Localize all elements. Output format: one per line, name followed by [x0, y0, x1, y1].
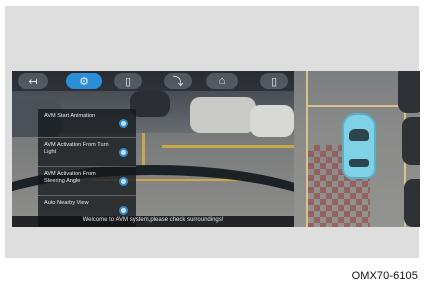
parked-car: [250, 105, 294, 137]
front-view-button[interactable]: ⌂: [206, 73, 238, 89]
camera-view: ↤ ⚙ ▯ ⤵ ⌂ ▯ AVM Start Animation AVM Acti…: [12, 71, 294, 227]
car-view-button[interactable]: ▯: [114, 73, 142, 89]
turn-icon: ⤵: [172, 76, 184, 88]
top-toolbar: ↤ ⚙ ▯ ⤵ ⌂ ▯: [12, 71, 294, 91]
parking-line: [162, 145, 294, 148]
birds-eye-view: [294, 71, 420, 227]
status-message: Welcome to AVM system,please check surro…: [82, 217, 224, 223]
rear-view-button[interactable]: ▯: [260, 73, 288, 89]
status-bar: Welcome to AVM system,please check surro…: [12, 216, 294, 227]
menu-item-label: AVM Activation From Turn Light: [44, 142, 109, 155]
back-icon: ↤: [28, 75, 38, 88]
toggle-turn-light[interactable]: [119, 148, 128, 157]
back-button[interactable]: ↤: [18, 73, 48, 89]
gear-icon: ⚙: [79, 75, 89, 88]
parked-car: [404, 179, 420, 227]
toggle-auto-nearby-view[interactable]: [119, 206, 128, 215]
front-camera-icon: ⌂: [218, 75, 226, 87]
menu-item-steering-angle[interactable]: AVM Activation From Steering Angle: [38, 167, 136, 196]
parking-line: [306, 105, 406, 107]
camera-view-button[interactable]: ⤵: [164, 73, 192, 89]
ego-vehicle: [342, 113, 376, 179]
figure-code: OMX70-6105: [351, 270, 418, 282]
rear-camera-icon: ▯: [270, 75, 278, 88]
menu-item-turn-light[interactable]: AVM Activation From Turn Light: [38, 138, 136, 167]
toggle-start-animation[interactable]: [119, 119, 128, 128]
menu-item-label: AVM Start Animation: [44, 113, 96, 119]
settings-button[interactable]: ⚙: [66, 73, 102, 89]
avm-screen: ↤ ⚙ ▯ ⤵ ⌂ ▯ AVM Start Animation AVM Acti…: [12, 71, 420, 227]
parked-car: [398, 71, 420, 113]
toggle-steering-angle[interactable]: [119, 177, 128, 186]
rear-window: [349, 159, 369, 167]
menu-item-label: AVM Activation From Steering Angle: [44, 171, 96, 184]
menu-item-label: Auto Nearby View: [44, 200, 89, 206]
parked-car: [190, 97, 256, 133]
settings-menu: AVM Start Animation AVM Activation From …: [38, 109, 136, 227]
parked-car: [130, 91, 170, 117]
car-icon: ▯: [124, 75, 132, 88]
menu-item-start-animation[interactable]: AVM Start Animation: [38, 109, 136, 138]
windshield: [349, 129, 369, 141]
parked-car: [402, 117, 420, 165]
